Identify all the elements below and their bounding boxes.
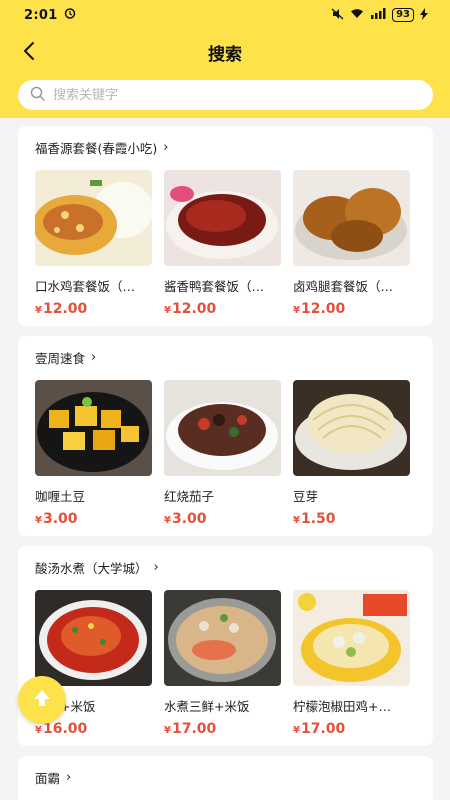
shop-name: 壹周速食 bbox=[35, 350, 86, 366]
dish-image bbox=[164, 380, 281, 476]
dish-price: ¥17.00 bbox=[293, 721, 410, 737]
shop-name: 酸汤水煮（大学城） bbox=[35, 560, 148, 576]
dish-name: 柠檬泡椒田鸡+… bbox=[293, 699, 391, 714]
nav-bar: 搜索 bbox=[0, 34, 450, 72]
shop-title-link[interactable]: 壹周速食 › bbox=[18, 348, 433, 366]
dish-row: 咖喱土豆 ¥3.00 红烧茄子 ¥3.00 豆芽 ¥1.50 bbox=[18, 380, 433, 527]
shop-title-link[interactable]: 福香源套餐(春霞小吃) › bbox=[18, 138, 433, 156]
mute-icon bbox=[331, 8, 344, 23]
shop-card: 酸汤水煮（大学城） › 田鸡+米饭 ¥16.00 水煮三鲜+米饭 ¥17.00 … bbox=[18, 546, 433, 746]
dish-name: 卤鸡腿套餐饭（… bbox=[293, 279, 394, 294]
dish-name: 红烧茄子 bbox=[164, 489, 215, 504]
dish-item[interactable]: 酱香鸭套餐饭（… ¥12.00 bbox=[164, 170, 281, 317]
price-value: 17.00 bbox=[171, 721, 217, 737]
dish-item[interactable]: 口水鸡套餐饭（… ¥12.00 bbox=[35, 170, 152, 317]
chevron-right-icon: › bbox=[163, 139, 169, 155]
shop-title-link[interactable]: 酸汤水煮（大学城） › bbox=[18, 558, 433, 576]
dish-name: 咖喱土豆 bbox=[35, 489, 86, 504]
dish-price: ¥12.00 bbox=[293, 301, 410, 317]
price-value: 12.00 bbox=[42, 301, 88, 317]
dish-item[interactable]: 红烧茄子 ¥3.00 bbox=[164, 380, 281, 527]
dish-name: 口水鸡套餐饭（… bbox=[35, 279, 136, 294]
dish-image bbox=[164, 170, 281, 266]
dish-name: 酱香鸭套餐饭（… bbox=[164, 279, 265, 294]
page-title: 搜索 bbox=[208, 45, 242, 65]
alarm-icon bbox=[64, 7, 76, 23]
shop-card: 壹周速食 › 咖喱土豆 ¥3.00 红烧茄子 ¥3.00 豆芽 ¥1.50 bbox=[18, 336, 433, 536]
dish-price: ¥1.50 bbox=[293, 511, 410, 527]
arrow-up-icon bbox=[31, 687, 53, 713]
dish-price: ¥3.00 bbox=[35, 511, 152, 527]
currency-symbol: ¥ bbox=[293, 305, 300, 316]
charging-icon bbox=[420, 7, 428, 23]
price-value: 16.00 bbox=[42, 721, 88, 737]
dish-image bbox=[35, 590, 152, 686]
dish-image bbox=[164, 590, 281, 686]
currency-symbol: ¥ bbox=[35, 305, 42, 316]
dish-price: ¥16.00 bbox=[35, 721, 152, 737]
chevron-right-icon: › bbox=[153, 559, 159, 575]
dish-price: ¥12.00 bbox=[164, 301, 281, 317]
dish-item[interactable]: 咖喱土豆 ¥3.00 bbox=[35, 380, 152, 527]
dish-row: 田鸡+米饭 ¥16.00 水煮三鲜+米饭 ¥17.00 柠檬泡椒田鸡+… ¥17… bbox=[18, 590, 433, 737]
shop-name: 福香源套餐(春霞小吃) bbox=[35, 140, 158, 156]
currency-symbol: ¥ bbox=[164, 515, 171, 526]
header-bar: 2:01 93 搜索 bbox=[0, 0, 450, 118]
shop-name: 面霸 bbox=[35, 770, 61, 786]
price-value: 3.00 bbox=[42, 511, 78, 527]
price-value: 17.00 bbox=[300, 721, 346, 737]
currency-symbol: ¥ bbox=[164, 305, 171, 316]
dish-item[interactable]: 柠檬泡椒田鸡+… ¥17.00 bbox=[293, 590, 410, 737]
currency-symbol: ¥ bbox=[293, 515, 300, 526]
dish-name: 豆芽 bbox=[293, 489, 319, 504]
shop-title-link[interactable]: 面霸 › bbox=[18, 768, 433, 786]
shop-card: 福香源套餐(春霞小吃) › 口水鸡套餐饭（… ¥12.00 酱香鸭套餐饭（… ¥… bbox=[18, 126, 433, 326]
dish-item[interactable]: 豆芽 ¥1.50 bbox=[293, 380, 410, 527]
dish-image bbox=[293, 590, 410, 686]
chevron-right-icon: › bbox=[66, 769, 72, 785]
status-time: 2:01 bbox=[24, 7, 58, 23]
currency-symbol: ¥ bbox=[293, 725, 300, 736]
dish-price: ¥3.00 bbox=[164, 511, 281, 527]
dish-price: ¥17.00 bbox=[164, 721, 281, 737]
signal-icon bbox=[370, 8, 386, 22]
dish-image bbox=[293, 170, 410, 266]
dish-item[interactable]: 卤鸡腿套餐饭（… ¥12.00 bbox=[293, 170, 410, 317]
price-value: 12.00 bbox=[300, 301, 346, 317]
currency-symbol: ¥ bbox=[164, 725, 171, 736]
shop-card: 面霸 › bbox=[18, 756, 433, 800]
shop-list: 福香源套餐(春霞小吃) › 口水鸡套餐饭（… ¥12.00 酱香鸭套餐饭（… ¥… bbox=[18, 126, 433, 800]
price-value: 3.00 bbox=[171, 511, 207, 527]
currency-symbol: ¥ bbox=[35, 725, 42, 736]
wifi-icon bbox=[350, 8, 364, 22]
dish-price: ¥12.00 bbox=[35, 301, 152, 317]
status-bar: 2:01 93 bbox=[0, 0, 450, 30]
dish-item[interactable]: 水煮三鲜+米饭 ¥17.00 bbox=[164, 590, 281, 737]
dish-image bbox=[35, 380, 152, 476]
search-input[interactable] bbox=[53, 87, 393, 103]
battery-indicator: 93 bbox=[392, 8, 414, 22]
chevron-right-icon: › bbox=[91, 349, 97, 365]
dish-image bbox=[293, 380, 410, 476]
dish-row: 口水鸡套餐饭（… ¥12.00 酱香鸭套餐饭（… ¥12.00 卤鸡腿套餐饭（…… bbox=[18, 170, 433, 317]
dish-image bbox=[35, 170, 152, 266]
price-value: 12.00 bbox=[171, 301, 217, 317]
search-icon bbox=[30, 86, 45, 105]
scroll-to-top-button[interactable] bbox=[18, 676, 66, 724]
currency-symbol: ¥ bbox=[35, 515, 42, 526]
price-value: 1.50 bbox=[300, 511, 336, 527]
dish-name: 水煮三鲜+米饭 bbox=[164, 699, 250, 714]
search-bar[interactable] bbox=[18, 80, 433, 110]
